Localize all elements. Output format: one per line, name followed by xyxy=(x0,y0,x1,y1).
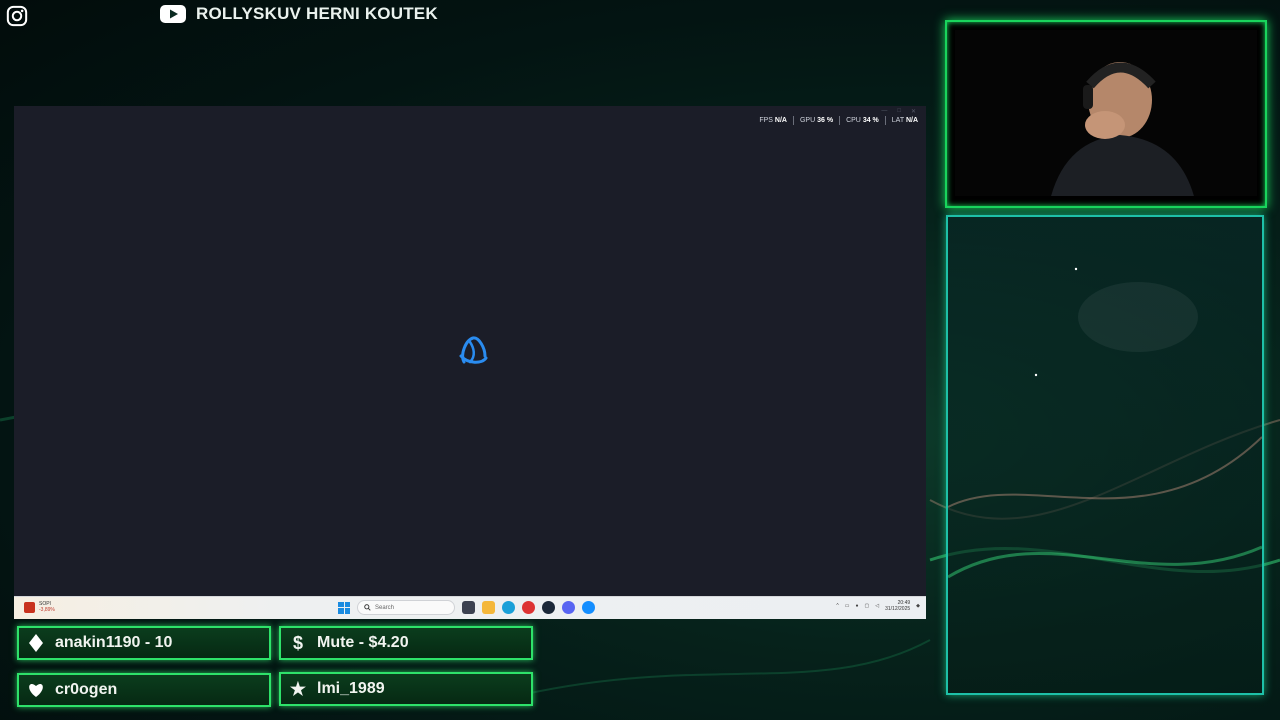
alert-text: cr0ogen xyxy=(55,681,118,698)
heart-icon xyxy=(27,681,45,699)
search-placeholder: Search xyxy=(375,604,395,611)
taskbar-center: Search xyxy=(338,600,595,615)
close-icon[interactable]: ✕ xyxy=(911,108,916,115)
panel-decoration xyxy=(948,267,1262,579)
discord-icon[interactable] xyxy=(562,601,575,614)
alert-text: Mute - $4.20 xyxy=(317,634,409,651)
youtube-icon xyxy=(160,5,186,23)
alert-latest-follower: cr0ogen xyxy=(17,673,271,707)
streamer-silhouette xyxy=(1051,62,1194,196)
minimize-icon[interactable]: — xyxy=(881,108,887,115)
file-explorer-icon[interactable] xyxy=(482,601,495,614)
stat-cpu: CPU 34 % xyxy=(846,117,879,124)
star-icon: ★ xyxy=(289,678,307,699)
youtube-channel: ROLLYSKUV HERNI KOUTEK xyxy=(160,4,438,24)
display-icon[interactable]: ▢ xyxy=(865,603,870,609)
task-view-icon[interactable] xyxy=(462,601,475,614)
game-capture-window: — □ ✕ FPS N/A GPU 36 % CPU 34 % LAT N/A xyxy=(14,106,926,596)
battlenet-icon xyxy=(459,336,488,364)
weather-widget[interactable]: SOPI -3,89% xyxy=(24,601,55,613)
mic-icon[interactable]: ● xyxy=(855,603,858,609)
chevron-up-icon[interactable]: ^ xyxy=(836,603,838,609)
search-icon xyxy=(364,604,371,611)
network-icon[interactable]: ▭ xyxy=(845,603,850,609)
instagram-icon xyxy=(6,5,28,27)
taskbar-search[interactable]: Search xyxy=(357,600,455,615)
system-tray: ^ ▭ ● ▢ ◁ 20:49 31/12/2025 ◆ xyxy=(836,600,920,612)
side-panel xyxy=(946,215,1264,695)
alert-top-donation: $ Mute - $4.20 xyxy=(279,626,533,660)
steam-icon[interactable] xyxy=(542,601,555,614)
weather-text: SOPI -3,89% xyxy=(39,601,55,613)
stat-gpu: GPU 36 % xyxy=(799,117,834,124)
dollar-icon: $ xyxy=(292,632,303,653)
stock-icon xyxy=(24,601,35,613)
alert-latest-sub: ★ lmi_1989 xyxy=(279,672,533,706)
clock[interactable]: 20:49 31/12/2025 xyxy=(885,600,910,612)
performance-overlay: FPS N/A GPU 36 % CPU 34 % LAT N/A xyxy=(759,116,918,125)
stat-fps: FPS N/A xyxy=(759,117,787,124)
divider xyxy=(884,116,886,125)
window-controls: — □ ✕ xyxy=(881,108,916,115)
start-button[interactable] xyxy=(338,601,350,614)
webcam-frame xyxy=(945,20,1267,208)
battlenet-taskbar-icon[interactable] xyxy=(582,601,595,614)
divider xyxy=(839,116,841,125)
diamond-icon xyxy=(27,634,45,652)
alert-text: lmi_1989 xyxy=(317,680,385,697)
notification-bell-icon[interactable]: ◆ xyxy=(916,603,920,609)
windows-taskbar: SOPI -3,89% Search ^ ▭ ● ▢ ◁ 20:49 31/12… xyxy=(14,596,926,619)
clock-date: 31/12/2025 xyxy=(885,606,911,612)
alert-top-bits: anakin1190 - 10 xyxy=(17,626,271,660)
social-bar xyxy=(6,4,28,28)
weather-sub: -3,89% xyxy=(39,607,55,613)
divider xyxy=(792,116,794,125)
channel-name: ROLLYSKUV HERNI KOUTEK xyxy=(196,4,438,23)
maximize-icon[interactable]: □ xyxy=(897,108,901,115)
stat-lat: LAT N/A xyxy=(891,117,918,124)
alert-text: anakin1190 - 10 xyxy=(55,634,173,651)
volume-icon[interactable]: ◁ xyxy=(875,603,879,609)
edge-icon[interactable] xyxy=(502,601,515,614)
webcam-feed xyxy=(955,30,1257,196)
app-icon[interactable] xyxy=(522,601,535,614)
